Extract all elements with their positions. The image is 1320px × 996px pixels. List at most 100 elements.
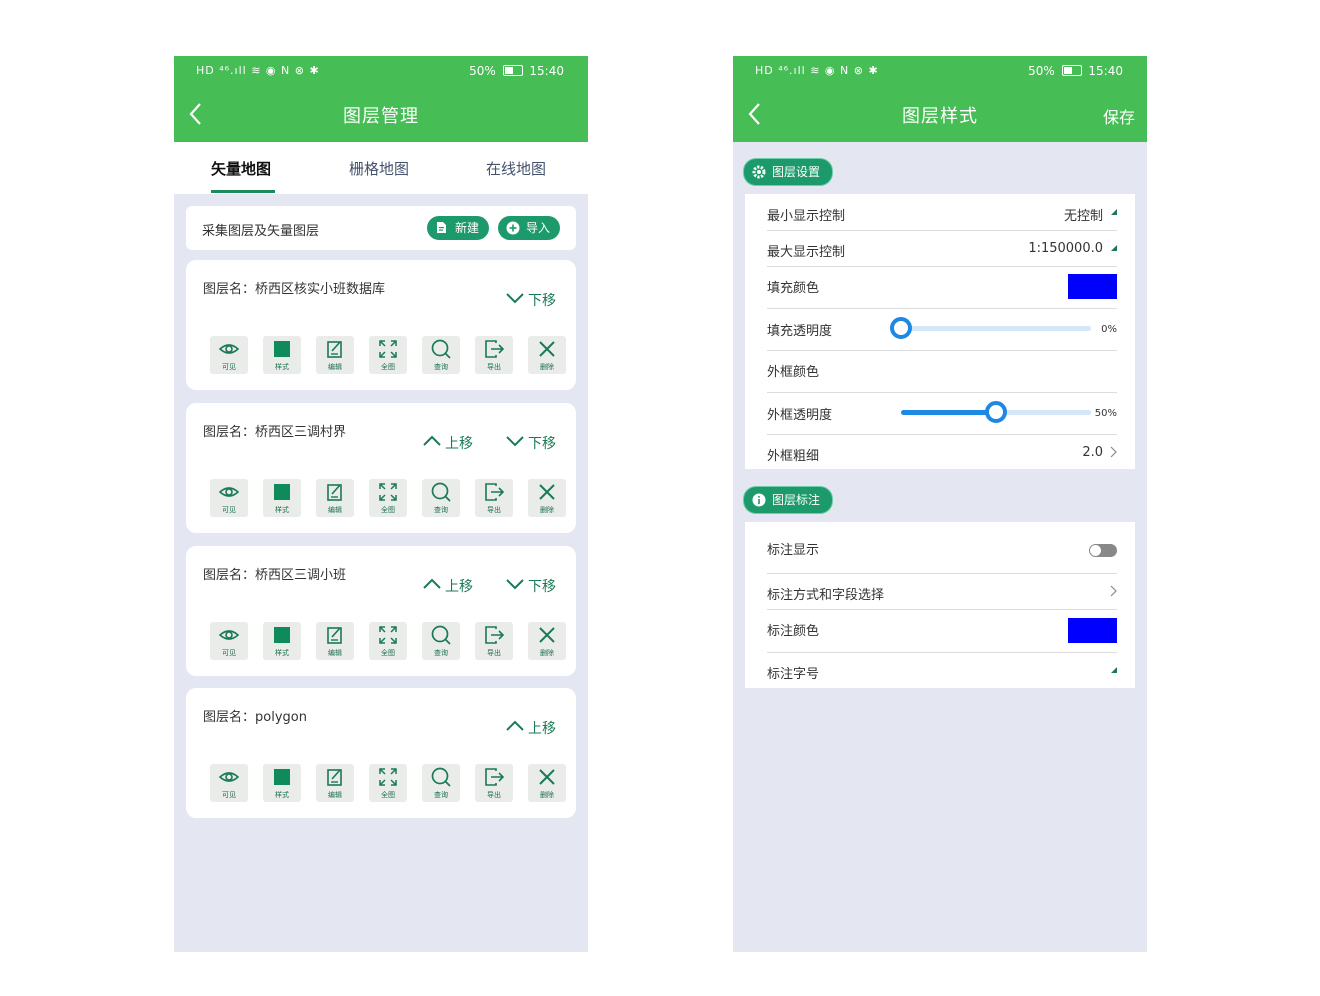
tool-label: 编辑 xyxy=(328,363,342,371)
tool-label: 全图 xyxy=(381,649,395,657)
settings-panel: 最小显示控制 无控制 最大显示控制 1:150000.0 填充颜色 填充透明度 … xyxy=(745,194,1135,469)
page-title: 图层样式 xyxy=(902,106,978,127)
tool-close-button[interactable]: 删除 xyxy=(528,764,566,802)
max-display-value: 1:150000.0 xyxy=(1028,241,1103,256)
label-mode-row[interactable]: 标注方式和字段选择 xyxy=(767,573,1117,610)
save-button[interactable]: 保存 xyxy=(1103,104,1135,128)
label-display-row: 标注显示 xyxy=(767,522,1117,574)
tool-label: 可见 xyxy=(222,363,236,371)
map-type-tabs: 矢量地图 栅格地图 在线地图 xyxy=(174,142,588,194)
chevron-down-icon xyxy=(506,579,524,590)
clock: 15:40 xyxy=(529,64,564,78)
import-button[interactable]: 导入 xyxy=(498,216,560,240)
layer-list-header: 采集图层及矢量图层 新建 导入 xyxy=(186,206,576,250)
border-opacity-row: 外框透明度 50% xyxy=(767,392,1117,435)
tool-expand-button[interactable]: 全图 xyxy=(369,764,407,802)
new-layer-button[interactable]: 新建 xyxy=(427,216,489,240)
tool-export-button[interactable]: 导出 xyxy=(475,479,513,517)
layer-management-screen: HD ⁴⁶.ıll ≋ ◉ N ⊗ ✱ 50% 15:40 图层管理 矢量地图 … xyxy=(174,56,588,952)
tool-square-button[interactable]: 样式 xyxy=(263,764,301,802)
status-right: 50% 15:40 xyxy=(1028,64,1123,78)
tool-close-button[interactable]: 删除 xyxy=(528,336,566,374)
chevron-up-icon xyxy=(423,578,441,589)
tool-square-button[interactable]: 样式 xyxy=(263,479,301,517)
tool-square-button[interactable]: 样式 xyxy=(263,336,301,374)
tool-label: 编辑 xyxy=(328,791,342,799)
tool-label: 全图 xyxy=(381,506,395,514)
tool-export-button[interactable]: 导出 xyxy=(475,622,513,660)
tool-search-button[interactable]: 查询 xyxy=(422,764,460,802)
tool-expand-button[interactable]: 全图 xyxy=(369,479,407,517)
chevron-right-icon xyxy=(1110,585,1117,597)
plus-circle-icon xyxy=(506,221,520,235)
chevron-up-icon xyxy=(423,435,441,446)
battery-percent: 50% xyxy=(469,64,496,78)
tool-eye-button[interactable]: 可见 xyxy=(210,479,248,517)
label-color-swatch[interactable] xyxy=(1068,618,1117,643)
label-mode-label: 标注方式和字段选择 xyxy=(767,588,885,603)
max-display-row[interactable]: 最大显示控制 1:150000.0 xyxy=(767,230,1117,267)
tool-eye-button[interactable]: 可见 xyxy=(210,764,248,802)
tool-square-button[interactable]: 样式 xyxy=(263,622,301,660)
tool-expand-button[interactable]: 全图 xyxy=(369,622,407,660)
tool-edit-button[interactable]: 编辑 xyxy=(316,622,354,660)
tool-eye-button[interactable]: 可见 xyxy=(210,336,248,374)
min-display-value: 无控制 xyxy=(1063,209,1103,224)
tool-label: 导出 xyxy=(487,649,501,657)
tool-expand-button[interactable]: 全图 xyxy=(369,336,407,374)
tool-label: 可见 xyxy=(222,506,236,514)
fill-color-swatch[interactable] xyxy=(1068,274,1117,299)
layer-name: 图层名：桥西区三调小班 xyxy=(203,568,347,583)
info-icon xyxy=(752,493,766,507)
border-width-value: 2.0 xyxy=(1082,445,1103,460)
fill-color-row: 填充颜色 xyxy=(767,266,1117,309)
tool-label: 删除 xyxy=(540,649,554,657)
tool-edit-button[interactable]: 编辑 xyxy=(316,764,354,802)
fill-opacity-row: 填充透明度 0% xyxy=(767,308,1117,351)
label-font-size-row[interactable]: 标注字号 xyxy=(767,652,1117,688)
battery-icon xyxy=(502,65,523,76)
dropdown-triangle-icon xyxy=(1111,209,1117,215)
battery-icon xyxy=(1061,65,1082,76)
tab-vector-map[interactable]: 矢量地图 xyxy=(211,158,271,179)
import-label: 导入 xyxy=(526,221,551,235)
status-icons: HD ⁴⁶.ıll ≋ ◉ N ⊗ ✱ xyxy=(755,64,879,77)
layer-settings-section: 图层设置 xyxy=(743,158,833,186)
tool-label: 样式 xyxy=(275,363,289,371)
border-color-label: 外框颜色 xyxy=(767,365,820,380)
fill-opacity-slider-thumb[interactable] xyxy=(890,317,912,339)
tool-edit-button[interactable]: 编辑 xyxy=(316,336,354,374)
border-color-row[interactable]: 外框颜色 xyxy=(767,350,1117,393)
max-display-label: 最大显示控制 xyxy=(767,245,846,260)
label-section-label: 图层标注 xyxy=(772,493,821,507)
new-layer-label: 新建 xyxy=(455,221,480,235)
move-down-label: 下移 xyxy=(528,293,556,309)
dropdown-triangle-icon xyxy=(1111,245,1117,251)
label-display-toggle[interactable] xyxy=(1089,544,1117,557)
min-display-row[interactable]: 最小显示控制 无控制 xyxy=(767,194,1117,231)
fill-color-label: 填充颜色 xyxy=(767,281,820,296)
label-display-label: 标注显示 xyxy=(767,543,820,558)
move-up-label: 上移 xyxy=(445,579,473,595)
tool-export-button[interactable]: 导出 xyxy=(475,764,513,802)
tool-eye-button[interactable]: 可见 xyxy=(210,622,248,660)
border-opacity-slider-thumb[interactable] xyxy=(985,401,1007,423)
tool-search-button[interactable]: 查询 xyxy=(422,336,460,374)
tool-export-button[interactable]: 导出 xyxy=(475,336,513,374)
label-font-size-label: 标注字号 xyxy=(767,667,820,682)
tool-close-button[interactable]: 删除 xyxy=(528,622,566,660)
tool-label: 删除 xyxy=(540,506,554,514)
fill-opacity-slider[interactable] xyxy=(901,326,1091,331)
tool-edit-button[interactable]: 编辑 xyxy=(316,479,354,517)
tool-close-button[interactable]: 删除 xyxy=(528,479,566,517)
tool-search-button[interactable]: 查询 xyxy=(422,479,460,517)
status-bar: HD ⁴⁶.ıll ≋ ◉ N ⊗ ✱ 50% 15:40 xyxy=(174,56,588,86)
tab-raster-map[interactable]: 栅格地图 xyxy=(349,158,409,179)
tool-search-button[interactable]: 查询 xyxy=(422,622,460,660)
active-tab-indicator xyxy=(211,190,275,193)
min-display-label: 最小显示控制 xyxy=(767,209,846,224)
tab-online-map[interactable]: 在线地图 xyxy=(486,158,546,179)
border-width-row[interactable]: 外框粗细 2.0 xyxy=(767,434,1117,469)
chevron-up-icon xyxy=(506,720,524,731)
move-down-label: 下移 xyxy=(528,436,556,452)
